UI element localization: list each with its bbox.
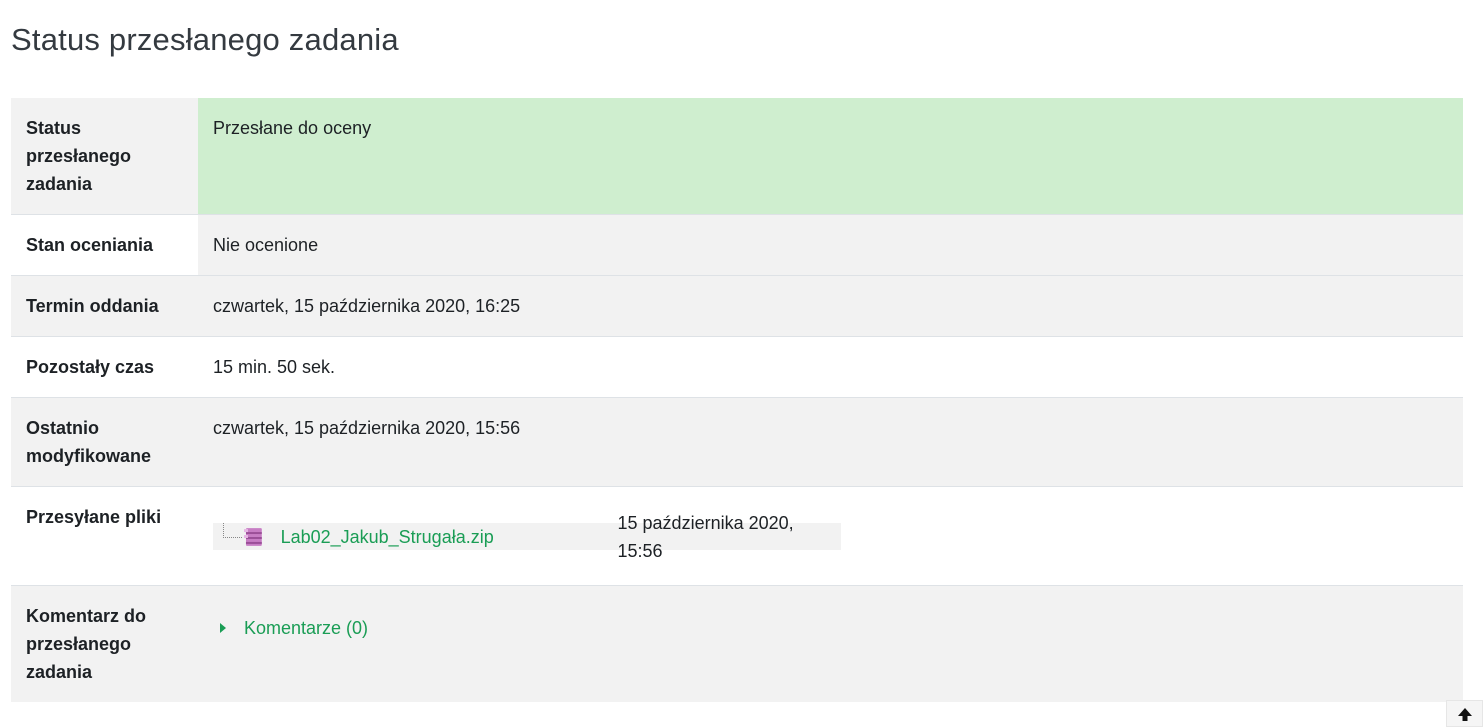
table-row-submission-status: Status przesłanego zadania Przesłane do … [11, 98, 1463, 215]
table-row-file-submissions: Przesyłane pliki Lab02_Jakub_Strugała.zi… [11, 486, 1463, 586]
file-tree-item: Lab02_Jakub_Strugała.zip 15 października… [213, 513, 841, 561]
zip-archive-icon [243, 527, 262, 546]
table-row-last-modified: Ostatnio modyfikowane czwartek, 15 paźdz… [11, 397, 1463, 487]
time-remaining-value: 15 min. 50 sek. [198, 336, 1463, 398]
file-upload-date: 15 października 2020, 15:56 [617, 512, 794, 561]
row-label: Komentarz do przesłanego zadania [11, 585, 198, 702]
file-submissions-cell: Lab02_Jakub_Strugała.zip 15 października… [198, 486, 1463, 586]
comments-toggle[interactable]: Komentarze (0) [213, 614, 1448, 642]
submission-status-table: Status przesłanego zadania Przesłane do … [11, 98, 1463, 702]
grading-status-value: Nie ocenione [198, 214, 1463, 276]
row-label: Przesyłane pliki [11, 486, 198, 586]
page-title: Status przesłanego zadania [11, 22, 399, 57]
caret-right-icon [220, 623, 226, 633]
table-row-due-date: Termin oddania czwartek, 15 października… [11, 275, 1463, 337]
table-row-grading-status: Stan oceniania Nie ocenione [11, 214, 1463, 276]
arrow-up-icon [1457, 707, 1472, 721]
comments-cell: Komentarze (0) [198, 585, 1463, 702]
last-modified-value: czwartek, 15 października 2020, 15:56 [198, 397, 1463, 487]
back-to-top-button[interactable] [1446, 700, 1483, 727]
row-label: Termin oddania [11, 275, 198, 337]
tree-connector [223, 523, 242, 538]
row-label: Ostatnio modyfikowane [11, 397, 198, 487]
status-value-cell: Przesłane do oceny [198, 98, 1463, 215]
comments-link[interactable]: Komentarze (0) [244, 614, 368, 642]
table-row-submission-comments: Komentarz do przesłanego zadania Komenta… [11, 585, 1463, 702]
row-label: Stan oceniania [11, 214, 198, 276]
table-row-time-remaining: Pozostały czas 15 min. 50 sek. [11, 336, 1463, 398]
row-label: Status przesłanego zadania [11, 98, 198, 215]
row-label: Pozostały czas [11, 336, 198, 398]
file-download-link[interactable]: Lab02_Jakub_Strugała.zip [281, 523, 618, 551]
due-date-value: czwartek, 15 października 2020, 16:25 [198, 275, 1463, 337]
